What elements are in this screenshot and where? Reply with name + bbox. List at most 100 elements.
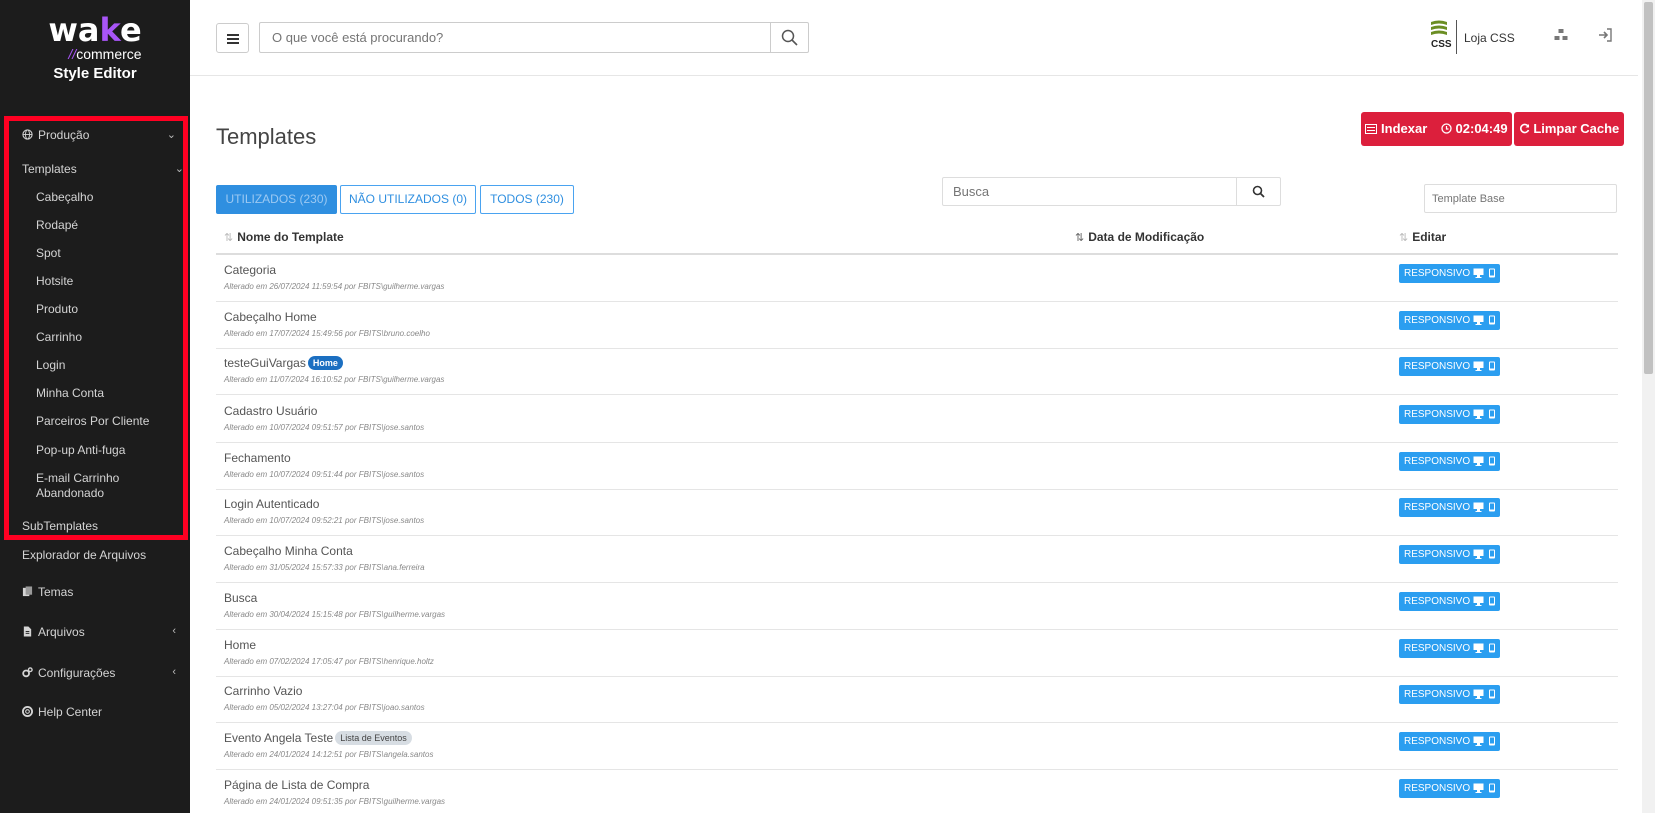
responsive-edit-button[interactable]: RESPONSIVO [1399,732,1500,751]
desktop-icon [1473,736,1484,746]
sidebar-item-produto[interactable]: Produto [0,302,190,316]
responsive-edit-button[interactable]: RESPONSIVO [1399,311,1500,330]
template-name[interactable]: testeGuiVargas Home [224,356,343,370]
desktop-icon [1473,315,1484,325]
sidebar-item-explorador[interactable]: Explorador de Arquivos [0,548,190,562]
sidebar-item-label: Produção [38,128,90,142]
template-name-text: Home [224,638,257,652]
responsive-edit-button[interactable]: RESPONSIVO [1399,452,1500,471]
desktop-icon [1473,596,1484,606]
refresh-icon [1519,123,1529,134]
template-name-text: Página de Lista de Compra [224,778,370,792]
global-search-input[interactable] [260,23,766,52]
tab-nao-utilizados[interactable]: NÃO UTILIZADOS (0) [340,185,476,214]
mobile-icon [1489,315,1496,325]
sidebar-item-carrinho[interactable]: Carrinho [0,330,190,344]
template-name-text: Cabeçalho Minha Conta [224,544,353,558]
mobile-icon [1489,783,1496,793]
responsive-label: RESPONSIVO [1404,736,1471,747]
sidebar-item-popup-anti-fuga[interactable]: Pop-up Anti-fuga [0,443,190,457]
template-name[interactable]: Busca [224,591,257,605]
sidebar-item-login[interactable]: Login [0,358,190,372]
template-search-button[interactable] [1236,178,1280,205]
sidebar-item-label: Templates [22,162,77,176]
template-modified-meta: Alterado em 11/07/2024 16:10:52 por FBIT… [224,375,445,384]
mobile-icon [1489,643,1496,653]
column-header-edit[interactable]: ⇅ Editar [1399,230,1446,244]
sidebar-item-parceiros[interactable]: Parceiros Por Cliente [0,414,190,428]
template-modified-meta: Alterado em 07/02/2024 17:05:47 por FBIT… [224,657,434,666]
sidebar-item-producao[interactable]: Produção ⌄ [0,128,190,142]
sidebar-item-spot[interactable]: Spot [0,246,190,260]
template-name[interactable]: Cabeçalho Minha Conta [224,544,353,558]
responsive-edit-button[interactable]: RESPONSIVO [1399,357,1500,376]
tab-todos[interactable]: TODOS (230) [480,185,574,214]
mobile-icon [1489,268,1496,278]
table-row: Carrinho Vazio Alterado em 05/02/2024 13:… [216,676,1618,723]
sidebar-item-cabecalho[interactable]: Cabeçalho [0,190,190,204]
index-button[interactable]: Indexar 02:04:49 [1361,112,1512,146]
sidebar-item-subtemplates[interactable]: SubTemplates [0,519,190,533]
column-header-label: Nome do Template [237,230,344,244]
template-name[interactable]: Login Autenticado [224,497,319,511]
template-name[interactable]: Evento Angela Teste Lista de Eventos [224,731,412,745]
table-row: testeGuiVargas Home Alterado em 11/07/2024… [216,348,1618,395]
template-name-text: Categoria [224,263,277,277]
template-name[interactable]: Página de Lista de Compra [224,778,369,792]
logo-wordmark: wake [48,11,142,49]
responsive-edit-button[interactable]: RESPONSIVO [1399,685,1500,704]
sitemap-icon[interactable] [1554,28,1570,44]
table-row: Fechamento Alterado em 10/07/2024 09:51:4… [216,443,1618,490]
hamburger-menu-button[interactable] [216,23,249,53]
template-name[interactable]: Home [224,638,256,652]
scrollbar[interactable] [1642,0,1655,813]
template-modified-meta: Alterado em 17/07/2024 15:49:56 por FBIT… [224,329,430,338]
sidebar-item-templates[interactable]: Templates ⌄ [0,162,190,176]
sidebar-item-minha-conta[interactable]: Minha Conta [0,386,190,400]
table-row: Cabeçalho Home Alterado em 17/07/2024 15:… [216,302,1618,349]
files-icon [22,586,33,597]
table-row: Home Alterado em 07/02/2024 17:05:47 por … [216,630,1618,677]
sidebar-item-label: E-mail Carrinho [36,471,120,485]
template-name[interactable]: Cabeçalho Home [224,310,317,324]
global-search-button[interactable] [770,23,808,52]
global-search [259,22,809,53]
sidebar-item-label: Temas [38,585,74,599]
sidebar-item-hotsite[interactable]: Hotsite [0,274,190,288]
tab-utilizados[interactable]: UTILIZADOS (230) [216,185,337,214]
table-row: Login Autenticado Alterado em 10/07/2024 … [216,489,1618,536]
template-name-text: Fechamento [224,451,291,465]
template-name[interactable]: Cadastro Usuário [224,404,317,418]
responsive-edit-button[interactable]: RESPONSIVO [1399,498,1500,517]
column-header-name[interactable]: ⇅ Nome do Template [224,230,344,244]
responsive-label: RESPONSIVO [1404,502,1471,513]
sidebar-item-help-center[interactable]: Help Center [0,705,190,719]
responsive-edit-button[interactable]: RESPONSIVO [1399,779,1500,798]
clear-cache-button[interactable]: Limpar Cache [1514,112,1624,146]
sidebar-item-arquivos[interactable]: Arquivos ‹ [0,625,190,639]
top-bar: CSS Loja CSS [190,0,1638,76]
sidebar-item-temas[interactable]: Temas [0,585,190,599]
template-name[interactable]: Fechamento [224,451,291,465]
index-button-label: Indexar [1381,121,1428,136]
desktop-icon [1473,268,1484,278]
responsive-label: RESPONSIVO [1404,456,1471,467]
template-base-input[interactable] [1424,184,1617,213]
table-row: Categoria Alterado em 26/07/2024 11:59:54… [216,255,1618,302]
template-name[interactable]: Categoria [224,263,276,277]
template-search-input[interactable] [943,178,1237,205]
column-header-date[interactable]: ⇅ Data de Modificação [1075,230,1204,244]
scrollbar-thumb[interactable] [1644,2,1653,374]
template-name[interactable]: Carrinho Vazio [224,684,302,698]
chevron-down-icon: ⌄ [174,163,184,175]
sidebar-item-rodape[interactable]: Rodapé [0,218,190,232]
responsive-edit-button[interactable]: RESPONSIVO [1399,264,1500,283]
logout-icon[interactable] [1598,28,1614,44]
responsive-edit-button[interactable]: RESPONSIVO [1399,592,1500,611]
template-modified-meta: Alterado em 31/05/2024 15:57:33 por FBIT… [224,563,425,572]
sidebar-item-configuracoes[interactable]: Configurações ‹ [0,666,190,680]
responsive-edit-button[interactable]: RESPONSIVO [1399,639,1500,658]
sidebar-item-email-carrinho[interactable]: E-mail Carrinho Abandonado [0,471,190,501]
responsive-edit-button[interactable]: RESPONSIVO [1399,405,1500,424]
responsive-edit-button[interactable]: RESPONSIVO [1399,545,1500,564]
